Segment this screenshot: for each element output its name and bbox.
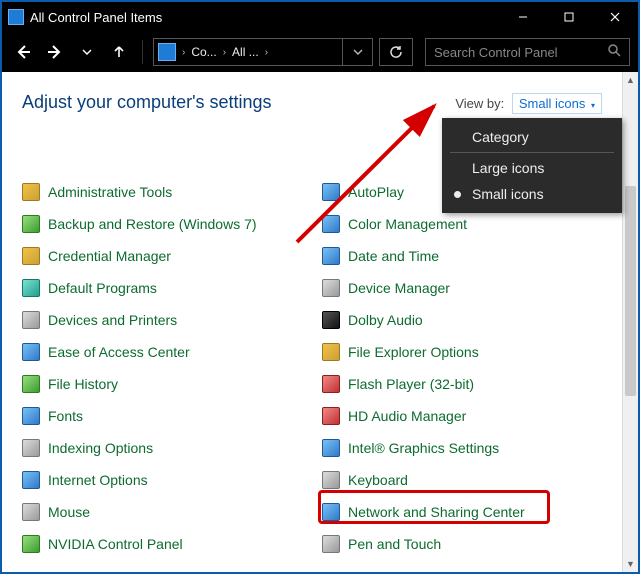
autoplay-icon (322, 183, 340, 201)
chevron-right-icon[interactable]: › (263, 47, 270, 58)
minimize-button[interactable] (500, 2, 546, 32)
cp-item-internet-options[interactable]: Internet Options (22, 469, 322, 491)
cp-item-mouse[interactable]: Mouse (22, 501, 322, 523)
cp-item-pen-touch[interactable]: Pen and Touch (322, 533, 622, 555)
search-icon (607, 43, 621, 62)
audio-icon (322, 407, 340, 425)
indexing-icon (22, 439, 40, 457)
window-title: All Control Panel Items (30, 10, 162, 25)
cp-item-color-management[interactable]: Color Management (322, 213, 622, 235)
cp-item-flash-player[interactable]: Flash Player (32-bit) (322, 373, 622, 395)
cp-item-ease-of-access[interactable]: Ease of Access Center (22, 341, 322, 363)
forward-button[interactable] (42, 38, 68, 66)
menu-item-large-icons[interactable]: Large icons (442, 155, 622, 181)
cp-item-credential-manager[interactable]: Credential Manager (22, 245, 322, 267)
up-button[interactable] (106, 38, 132, 66)
defaults-icon (22, 279, 40, 297)
search-placeholder: Search Control Panel (434, 45, 558, 60)
nvidia-icon (22, 535, 40, 553)
color-icon (322, 215, 340, 233)
cp-item-dolby-audio[interactable]: Dolby Audio (322, 309, 622, 331)
cp-item-fonts[interactable]: Fonts (22, 405, 322, 427)
keyboard-icon (322, 471, 340, 489)
scroll-up-button[interactable]: ▲ (623, 72, 638, 88)
cp-item-administrative-tools[interactable]: Administrative Tools (22, 181, 322, 203)
maximize-button[interactable] (546, 2, 592, 32)
scroll-thumb[interactable] (625, 186, 636, 396)
cp-item-hd-audio[interactable]: HD Audio Manager (322, 405, 622, 427)
folder-options-icon (322, 343, 340, 361)
breadcrumb[interactable]: › Co... › All ... › (153, 38, 373, 66)
back-button[interactable] (10, 38, 36, 66)
cp-item-device-manager[interactable]: Device Manager (322, 277, 622, 299)
pen-icon (322, 535, 340, 553)
internet-icon (22, 471, 40, 489)
view-by-value: Small icons (519, 96, 585, 111)
chevron-right-icon[interactable]: › (221, 47, 228, 58)
cp-item-backup-restore[interactable]: Backup and Restore (Windows 7) (22, 213, 322, 235)
view-by-control: View by: Small icons ▾ (455, 96, 602, 111)
flash-icon (322, 375, 340, 393)
cp-item-nvidia[interactable]: NVIDIA Control Panel (22, 533, 322, 555)
breadcrumb-item[interactable]: All ... (228, 45, 263, 59)
chevron-down-icon: ▾ (591, 101, 595, 110)
menu-separator (450, 152, 614, 153)
breadcrumb-item[interactable]: Co... (187, 45, 220, 59)
title-bar: All Control Panel Items (2, 2, 638, 32)
control-panel-icon (8, 9, 24, 25)
scroll-down-button[interactable]: ▼ (623, 556, 638, 572)
items-grid: Administrative Tools AutoPlay Backup and… (22, 181, 618, 555)
cp-item-devices-printers[interactable]: Devices and Printers (22, 309, 322, 331)
printer-icon (22, 311, 40, 329)
tools-icon (22, 183, 40, 201)
cp-item-keyboard[interactable]: Keyboard (322, 469, 622, 491)
cp-item-default-programs[interactable]: Default Programs (22, 277, 322, 299)
chevron-right-icon[interactable]: › (180, 47, 187, 58)
address-dropdown-button[interactable] (342, 39, 372, 65)
menu-item-category[interactable]: Category (442, 124, 622, 150)
control-panel-icon (158, 43, 176, 61)
refresh-button[interactable] (379, 38, 413, 66)
fonts-icon (22, 407, 40, 425)
cp-item-intel-graphics[interactable]: Intel® Graphics Settings (322, 437, 622, 459)
close-button[interactable] (592, 2, 638, 32)
address-bar: › Co... › All ... › Search Control Panel (2, 32, 638, 72)
cp-item-network-sharing[interactable]: Network and Sharing Center (322, 501, 622, 523)
mouse-icon (22, 503, 40, 521)
credential-icon (22, 247, 40, 265)
accessibility-icon (22, 343, 40, 361)
search-input[interactable]: Search Control Panel (425, 38, 630, 66)
history-icon (22, 375, 40, 393)
vertical-scrollbar[interactable]: ▲ ▼ (622, 72, 638, 572)
intel-icon (322, 439, 340, 457)
recent-locations-button[interactable] (74, 38, 100, 66)
backup-icon (22, 215, 40, 233)
view-by-menu: Category Large icons Small icons (442, 118, 622, 213)
content-area: Adjust your computer's settings View by:… (2, 72, 638, 572)
network-icon (322, 503, 340, 521)
device-icon (322, 279, 340, 297)
view-by-label: View by: (455, 96, 504, 111)
dolby-icon (322, 311, 340, 329)
cp-item-file-explorer-options[interactable]: File Explorer Options (322, 341, 622, 363)
cp-item-file-history[interactable]: File History (22, 373, 322, 395)
menu-item-small-icons[interactable]: Small icons (442, 181, 622, 207)
cp-item-indexing-options[interactable]: Indexing Options (22, 437, 322, 459)
clock-icon (322, 247, 340, 265)
view-by-dropdown-button[interactable]: Small icons ▾ (512, 93, 602, 114)
cp-item-date-time[interactable]: Date and Time (322, 245, 622, 267)
